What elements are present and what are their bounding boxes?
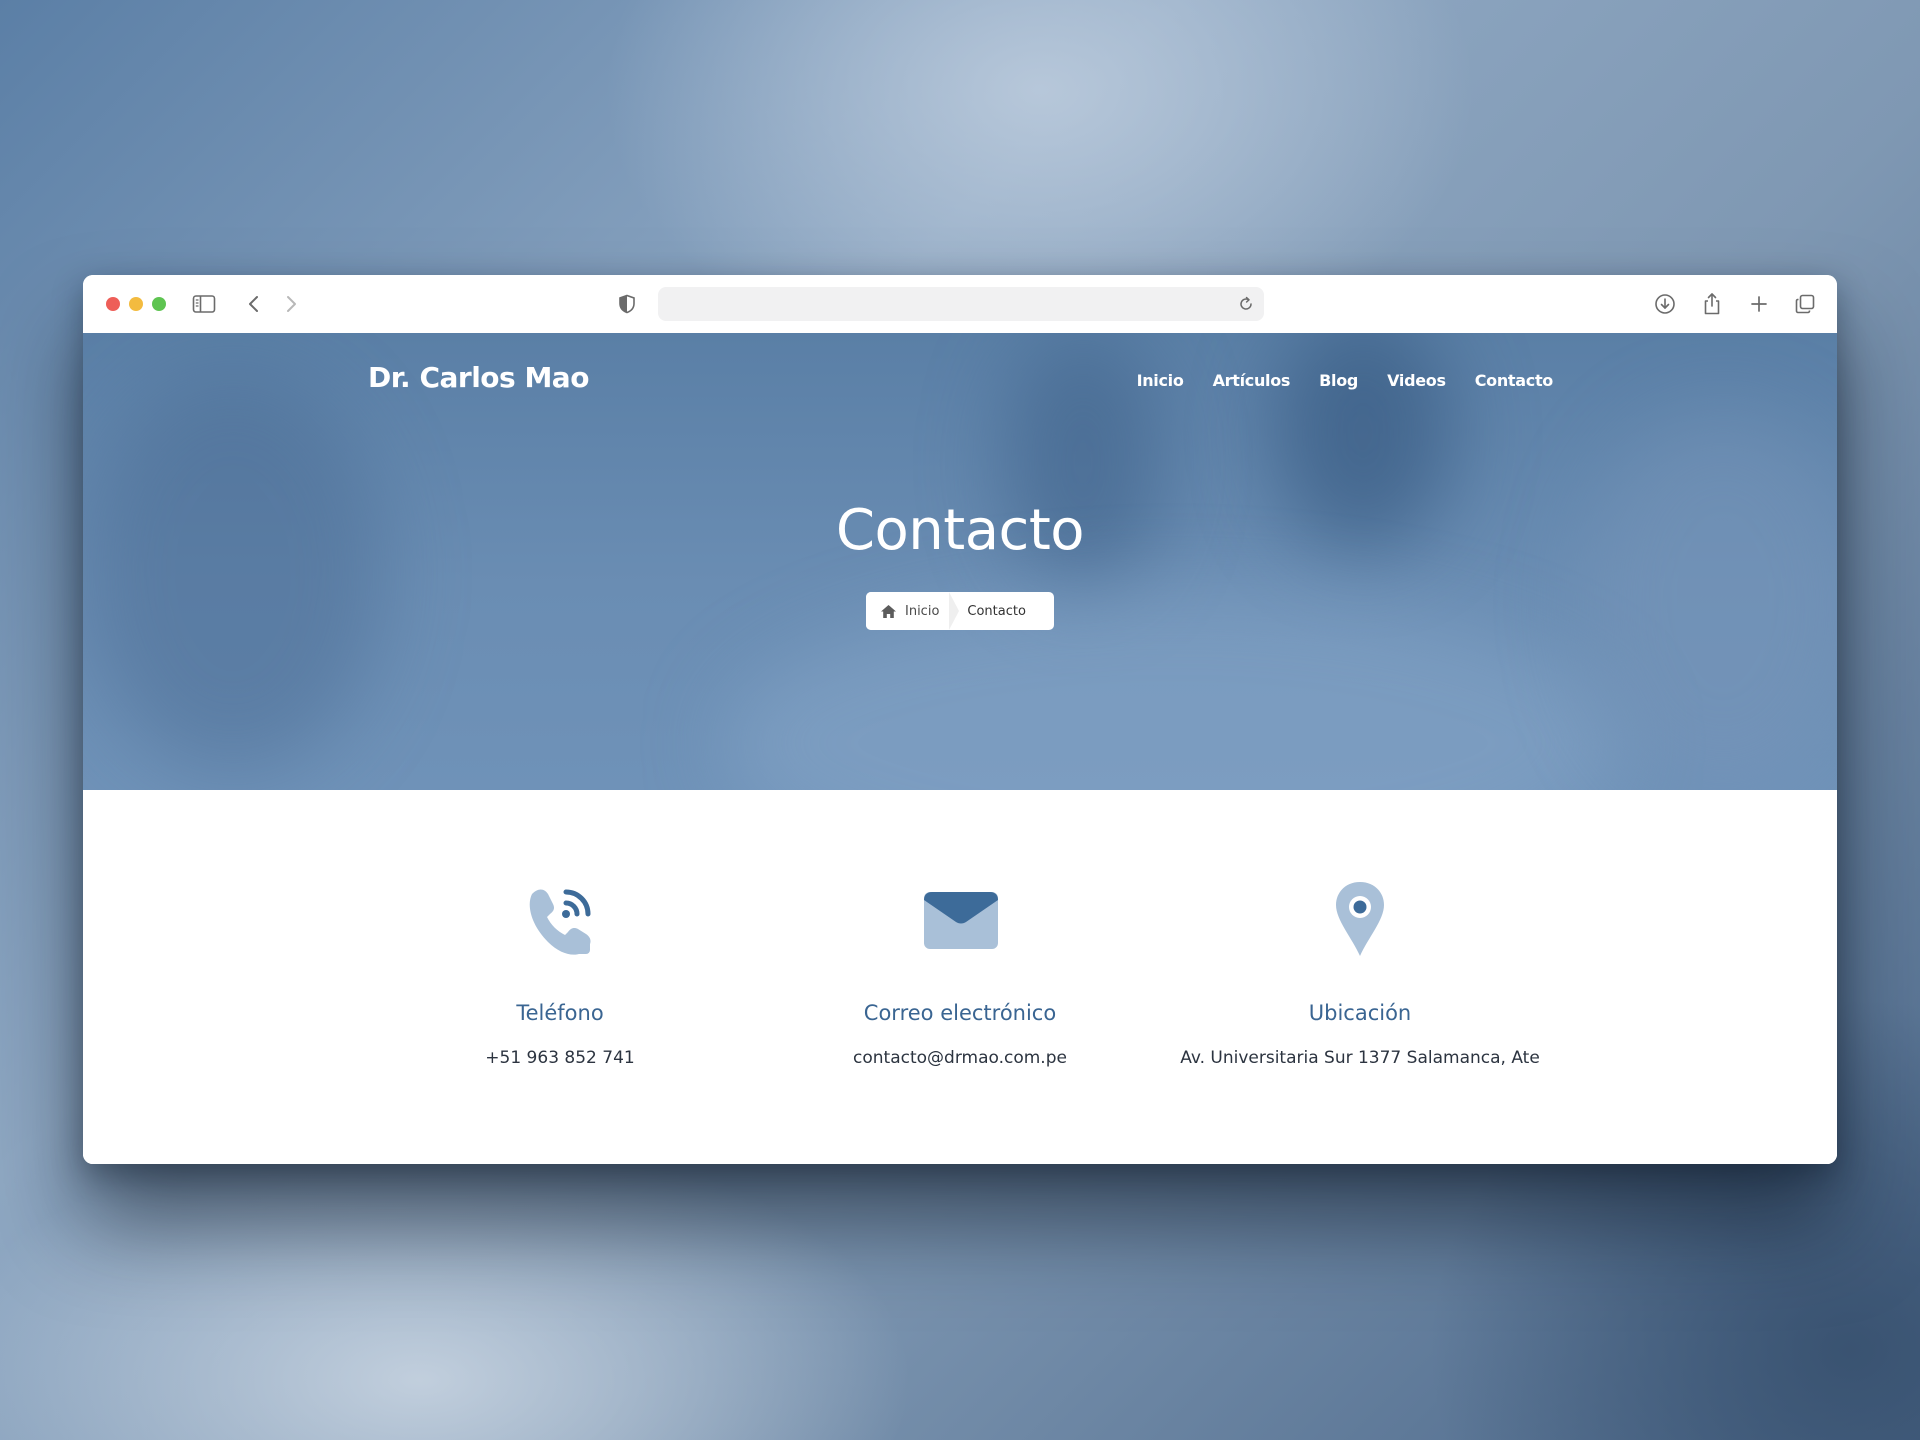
shield-icon[interactable]	[615, 292, 639, 316]
hero-section: Dr. Carlos Mao Inicio Artículos Blog Vid…	[83, 333, 1837, 790]
contact-section: Teléfono +51 963 852 741 Correo electrón…	[83, 790, 1837, 1164]
page-title: Contacto	[835, 498, 1085, 563]
chevron-right-icon[interactable]	[279, 292, 303, 316]
contact-value-location[interactable]: Av. Universitaria Sur 1377 Salamanca, At…	[1160, 1048, 1560, 1068]
tabs-overview-icon[interactable]	[1793, 292, 1817, 316]
desktop-background: Dr. Carlos Mao Inicio Artículos Blog Vid…	[0, 0, 1920, 1440]
contact-title-phone: Teléfono	[516, 1001, 604, 1025]
hero-background-shape	[723, 593, 1623, 790]
hero-background-shape	[83, 373, 383, 773]
close-window-button[interactable]	[106, 297, 120, 311]
map-pin-icon	[1320, 880, 1400, 960]
share-icon[interactable]	[1700, 292, 1724, 316]
sidebar-icon[interactable]	[192, 292, 216, 316]
envelope-icon	[920, 880, 1000, 960]
minimize-window-button[interactable]	[129, 297, 143, 311]
zoom-window-button[interactable]	[152, 297, 166, 311]
address-bar[interactable]	[658, 287, 1264, 321]
main-nav: Inicio Artículos Blog Videos Contacto	[1137, 371, 1554, 390]
reload-icon[interactable]	[1236, 294, 1256, 314]
browser-toolbar	[83, 275, 1837, 334]
chevron-left-icon[interactable]	[242, 292, 266, 316]
download-icon[interactable]	[1653, 292, 1677, 316]
nav-item-inicio[interactable]: Inicio	[1137, 371, 1184, 390]
breadcrumb-current: Contacto	[967, 603, 1026, 619]
plus-icon[interactable]	[1747, 292, 1771, 316]
breadcrumb-home-link[interactable]: Inicio	[866, 592, 960, 630]
nav-item-articulos[interactable]: Artículos	[1213, 371, 1291, 390]
browser-window: Dr. Carlos Mao Inicio Artículos Blog Vid…	[83, 275, 1837, 1164]
nav-item-blog[interactable]: Blog	[1319, 371, 1358, 390]
contact-title-email: Correo electrónico	[863, 1001, 1057, 1025]
phone-icon	[520, 880, 600, 960]
web-page: Dr. Carlos Mao Inicio Artículos Blog Vid…	[83, 333, 1837, 1164]
nav-item-contacto[interactable]: Contacto	[1475, 371, 1554, 390]
contact-value-email[interactable]: contacto@drmao.com.pe	[760, 1048, 1160, 1068]
nav-item-videos[interactable]: Videos	[1387, 371, 1446, 390]
breadcrumb: Inicio Contacto	[866, 592, 1054, 630]
contact-title-location: Ubicación	[1308, 1001, 1412, 1025]
hero-background-shape	[1583, 413, 1837, 790]
home-icon	[881, 604, 896, 618]
site-brand[interactable]: Dr. Carlos Mao	[368, 361, 589, 394]
contact-value-phone[interactable]: +51 963 852 741	[360, 1048, 760, 1068]
breadcrumb-home-label: Inicio	[905, 603, 940, 619]
